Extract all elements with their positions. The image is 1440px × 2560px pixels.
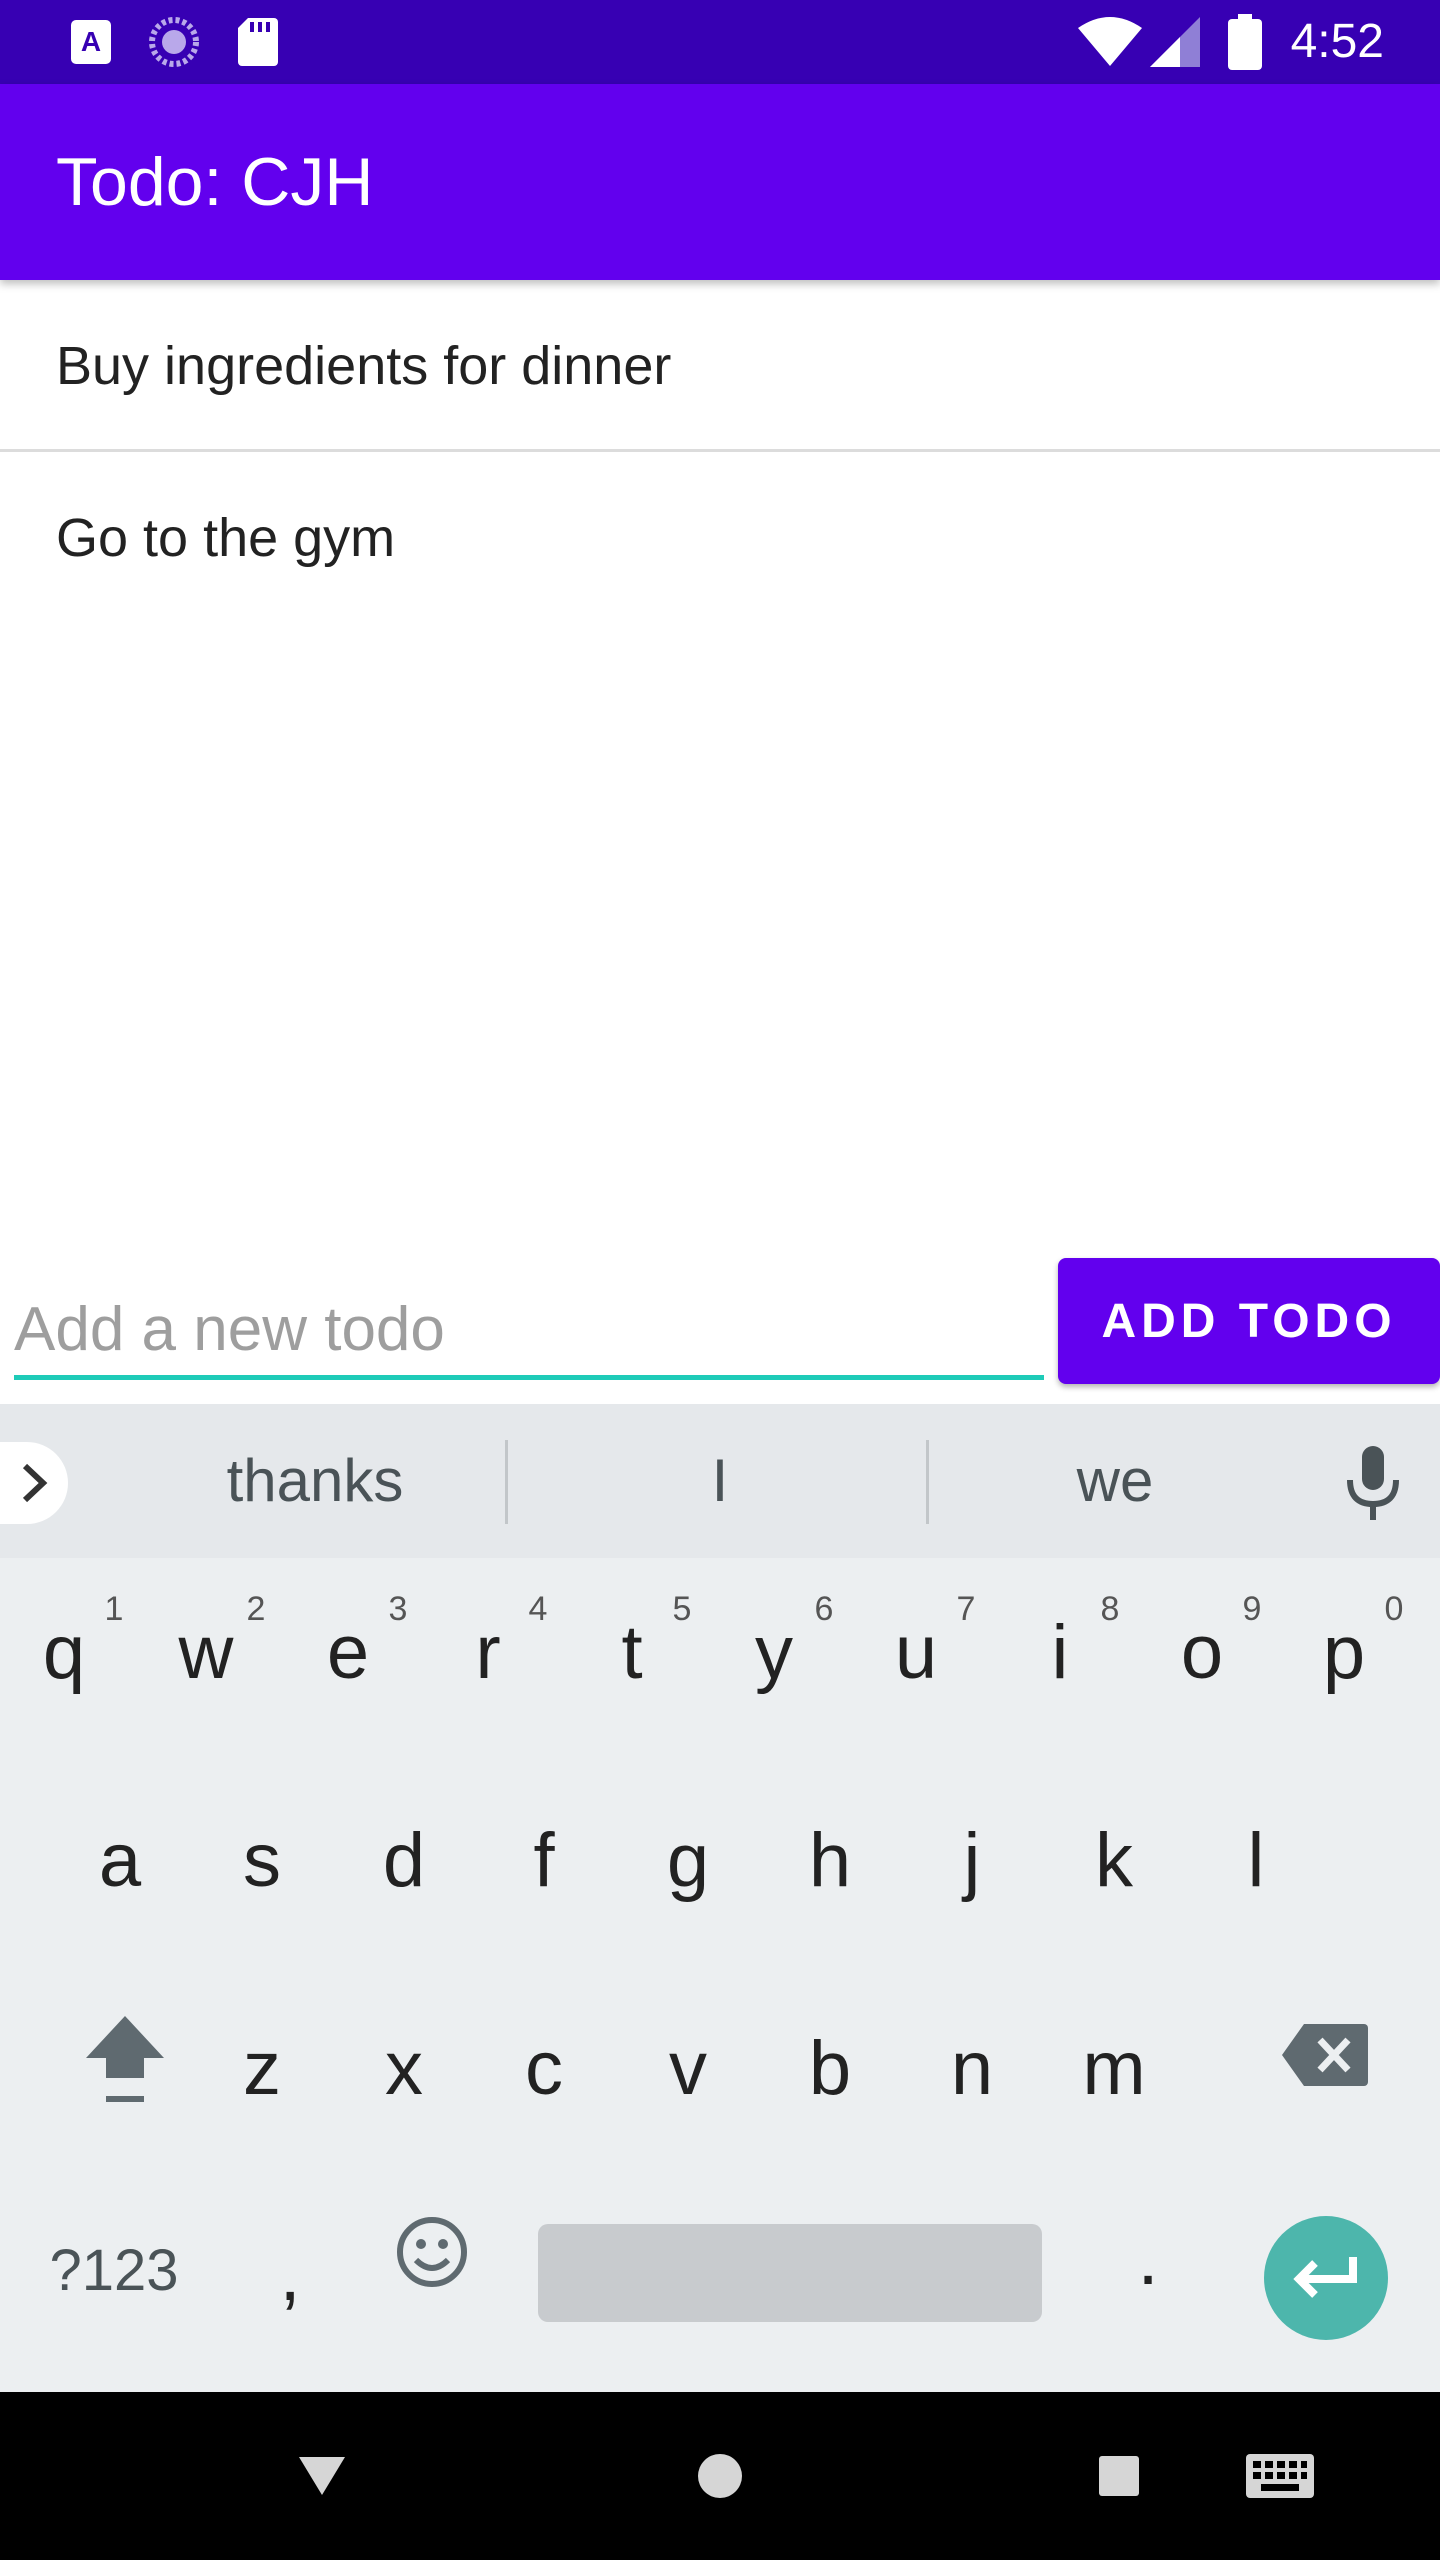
suggestion-3[interactable]: we (935, 1404, 1295, 1558)
key-c[interactable]: c (484, 2024, 604, 2114)
shift-key[interactable] (70, 2012, 180, 2128)
page-title: Todo: CJH (56, 144, 374, 220)
key-hint-5: 5 (672, 1590, 692, 1628)
suggestion-divider (926, 1440, 929, 1524)
key-b[interactable]: b (770, 2024, 890, 2114)
key-hint-3: 3 (388, 1590, 408, 1628)
soft-keyboard: thanks I we q1w2e3r4t5y6u7i8o9p0 asdfghj… (0, 1404, 1440, 2392)
key-hint-8: 8 (1100, 1590, 1120, 1628)
font-a-icon: A (70, 0, 112, 84)
key-m[interactable]: m (1054, 2024, 1174, 2114)
back-icon[interactable] (290, 2392, 354, 2560)
progress-circle-icon (148, 0, 200, 84)
signal-icon (1150, 0, 1200, 84)
todo-list: Buy ingredients for dinner Go to the gym (0, 280, 1440, 624)
sd-card-icon (238, 0, 278, 84)
key-n[interactable]: n (912, 2024, 1032, 2114)
key-x[interactable]: x (344, 2024, 464, 2114)
period-key[interactable]: . (1088, 2214, 1208, 2304)
add-todo-row: ADD TODO (0, 1256, 1440, 1396)
todo-item[interactable]: Go to the gym (0, 452, 1440, 624)
svg-text:A: A (81, 26, 101, 57)
key-hint-0: 0 (1384, 1590, 1404, 1628)
microphone-icon[interactable] (1338, 1444, 1408, 1524)
key-d[interactable]: d (344, 1816, 464, 1906)
chevron-right-icon (22, 1463, 48, 1503)
home-icon[interactable] (690, 2392, 750, 2560)
suggestion-1[interactable]: thanks (110, 1404, 520, 1558)
recents-icon[interactable] (1094, 2392, 1144, 2560)
space-key[interactable] (538, 2224, 1042, 2322)
suggestion-2[interactable]: I (510, 1404, 930, 1558)
clock: 4:52 (1290, 15, 1384, 68)
shift-icon (86, 2016, 164, 2102)
key-a[interactable]: a (60, 1816, 180, 1906)
backspace-icon (1282, 2024, 1368, 2086)
add-todo-button[interactable]: ADD TODO (1058, 1258, 1440, 1384)
symbols-key[interactable]: ?123 (34, 2226, 194, 2316)
key-z[interactable]: z (202, 2024, 322, 2114)
key-hint-4: 4 (528, 1590, 548, 1628)
key-hint-7: 7 (956, 1590, 976, 1628)
comma-key[interactable]: , (230, 2230, 350, 2320)
app-bar: Todo: CJH (0, 84, 1440, 280)
key-h[interactable]: h (770, 1816, 890, 1906)
key-hint-1: 1 (104, 1590, 124, 1628)
emoji-key[interactable] (372, 2214, 492, 2310)
expand-suggestions-button[interactable] (0, 1442, 68, 1524)
key-s[interactable]: s (202, 1816, 322, 1906)
key-j[interactable]: j (912, 1816, 1032, 1906)
battery-icon (1228, 0, 1262, 84)
key-k[interactable]: k (1054, 1816, 1174, 1906)
key-hint-6: 6 (814, 1590, 834, 1628)
new-todo-input[interactable] (14, 1284, 1044, 1380)
key-v[interactable]: v (628, 2024, 748, 2114)
enter-icon (1293, 2257, 1357, 2298)
wifi-icon (1078, 0, 1142, 84)
navigation-bar (0, 2392, 1440, 2560)
status-bar: A 4:52 (0, 0, 1440, 84)
emoji-icon (397, 2217, 467, 2287)
keyboard-switch-icon[interactable] (1244, 2392, 1316, 2560)
key-g[interactable]: g (628, 1816, 748, 1906)
key-f[interactable]: f (484, 1816, 604, 1906)
backspace-key[interactable] (1270, 2018, 1380, 2108)
enter-key[interactable] (1264, 2216, 1388, 2340)
suggestion-strip: thanks I we (0, 1404, 1440, 1558)
key-l[interactable]: l (1196, 1816, 1316, 1906)
key-hint-2: 2 (246, 1590, 266, 1628)
key-hint-9: 9 (1242, 1590, 1262, 1628)
todo-item[interactable]: Buy ingredients for dinner (0, 280, 1440, 452)
suggestion-divider (505, 1440, 508, 1524)
